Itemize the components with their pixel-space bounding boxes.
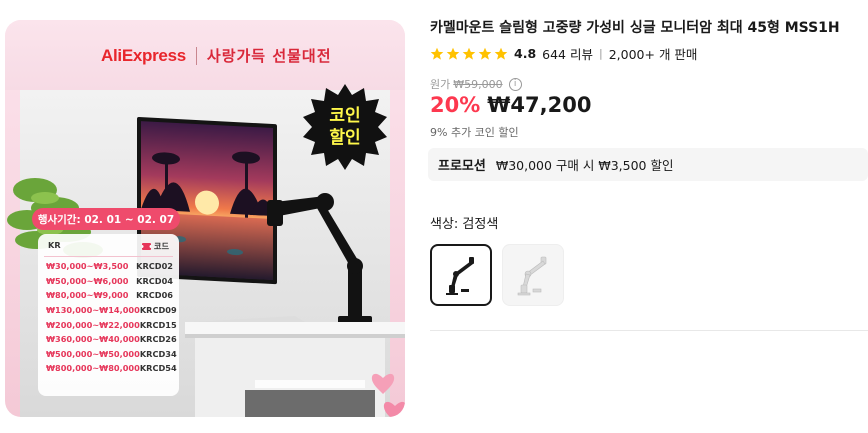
coupon-code: KRCD34 (139, 348, 177, 359)
coupon-code: KRCD54 (139, 363, 177, 374)
color-option-label: 색상: 검정색 (430, 217, 499, 232)
table-row: ₩500,000~₩50,000 KRCD34 (44, 347, 177, 362)
original-price: ₩59,000 (453, 77, 503, 91)
price-row: 20% ₩47,200 (430, 93, 591, 117)
code-table-header: KR 코드 (44, 238, 173, 257)
table-row: ₩200,000~₩22,000 KRCD15 (44, 317, 177, 332)
product-title: 카멜마운트 슬림형 고중량 가성비 싱글 모니터암 최대 45형 MSS1H (430, 20, 840, 36)
code-range: ₩200,000~₩22,000 (46, 319, 140, 330)
black-monitor-arm-icon (446, 257, 474, 295)
table-row: ₩130,000~₩14,000 KRCD09 (44, 303, 177, 318)
star-icon (462, 47, 476, 60)
ticket-icon (141, 242, 151, 250)
promotion-box[interactable]: 프로모션 ₩30,000 구매 시 ₩3,500 할인 (428, 148, 868, 181)
event-period-pill: 행사기간: 02. 01 ~ 02. 07 (32, 208, 180, 230)
code-table-header-code: 코드 (141, 240, 169, 252)
code-range: ₩130,000~₩14,000 (46, 305, 140, 316)
star-rating[interactable] (430, 47, 508, 61)
coupon-code: KRCD15 (139, 319, 177, 330)
star-icon (478, 47, 492, 60)
color-swatch-white[interactable] (502, 244, 564, 306)
coin-discount-badge: 코인 할인 (300, 82, 390, 172)
code-range: ₩30,000~₩3,500 (46, 261, 129, 272)
code-range: ₩360,000~₩40,000 (46, 334, 140, 345)
coin-discount-note: 9% 추가 코인 할인 (430, 126, 519, 139)
separator: | (599, 47, 603, 60)
table-row: ₩800,000~₩80,000 KRCD54 (44, 361, 177, 376)
coupon-code: KRCD02 (136, 261, 173, 272)
rating-row: 4.8 644 리뷰 | 2,000+ 개 판매 (430, 44, 697, 63)
color-swatch-black[interactable] (430, 244, 492, 306)
table-row: ₩80,000~₩9,000 KRCD06 (44, 288, 173, 303)
code-header-label: 코드 (153, 241, 169, 251)
promotion-label: 프로모션 (438, 159, 486, 174)
code-range: ₩500,000~₩50,000 (46, 348, 140, 359)
coupon-code: KRCD26 (139, 334, 177, 345)
brand-separator (195, 46, 197, 65)
sold-count: 2,000+ 개 판매 (608, 47, 698, 62)
review-count-link[interactable]: 644 리뷰 (542, 44, 593, 63)
discount-percent: 20% (430, 93, 481, 117)
product-banner-image[interactable]: AliExpress 사랑가득 선물대전 코인 할인 행사기간: 02. 01 … (5, 20, 405, 417)
original-price-label: 원가 (430, 78, 451, 91)
code-range: ₩800,000~₩80,000 (46, 363, 140, 374)
campaign-title: 사랑가득 선물대전 (206, 47, 332, 65)
banner-brand-row: AliExpress 사랑가득 선물대전 (101, 45, 332, 66)
coupon-code: KRCD04 (136, 275, 173, 286)
coupon-code: KRCD09 (139, 305, 177, 316)
info-icon[interactable]: i (508, 77, 522, 91)
code-range: ₩80,000~₩9,000 (46, 290, 129, 301)
table-row: ₩30,000~₩3,500 KRCD02 (44, 259, 173, 274)
coupon-code: KRCD06 (136, 290, 173, 301)
badge-line-2: 할인 (329, 128, 361, 148)
promotion-text: ₩30,000 구매 시 ₩3,500 할인 (495, 158, 674, 173)
rating-value: 4.8 (514, 46, 537, 61)
section-divider (430, 330, 868, 331)
star-icon (430, 47, 444, 60)
aliexpress-logo: AliExpress (101, 45, 186, 65)
star-icon (494, 47, 508, 60)
table-row: ₩360,000~₩40,000 KRCD26 (44, 332, 177, 347)
original-price-row: 원가 ₩59,000 i (430, 76, 522, 92)
code-range: ₩50,000~₩6,000 (46, 275, 129, 286)
code-table-header-kr: KR (48, 240, 61, 250)
coupon-code-table: KR 코드 ₩30,000~₩3,500 KRCD02 ₩50,000~₩6,00… (38, 234, 179, 396)
white-monitor-arm-icon (517, 256, 547, 296)
table-row: ₩50,000~₩6,000 KRCD04 (44, 274, 173, 289)
current-price: ₩47,200 (487, 93, 592, 117)
star-icon (446, 47, 460, 60)
badge-line-1: 코인 (329, 106, 361, 126)
